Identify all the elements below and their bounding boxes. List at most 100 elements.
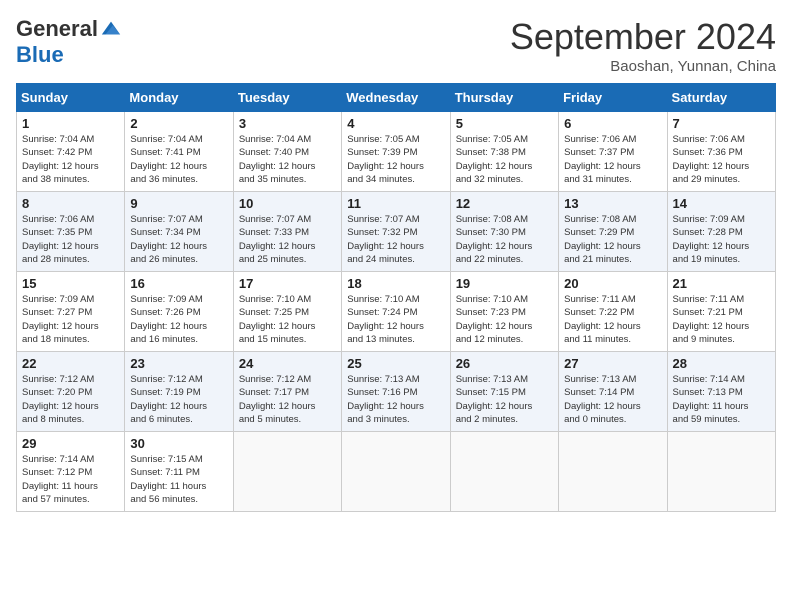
table-row: 27 Sunrise: 7:13 AM Sunset: 7:14 PM Dayli… [559, 352, 667, 432]
day-number: 5 [456, 116, 553, 131]
table-row: 9Sunrise: 7:07 AM Sunset: 7:34 PM Daylig… [125, 192, 233, 272]
page-header: General Blue September 2024 Baoshan, Yun… [16, 16, 776, 75]
day-info: Sunrise: 7:10 AM Sunset: 7:24 PM Dayligh… [347, 293, 444, 346]
day-info: Sunrise: 7:09 AM Sunset: 7:28 PM Dayligh… [673, 213, 770, 266]
day-number: 7 [673, 116, 770, 131]
table-row: 11 Sunrise: 7:07 AM Sunset: 7:32 PM Dayli… [342, 192, 450, 272]
day-number: 14 [673, 196, 770, 211]
table-row [342, 432, 450, 512]
table-row [559, 432, 667, 512]
col-saturday: Saturday [667, 84, 775, 112]
day-number: 25 [347, 356, 444, 371]
day-number: 10 [239, 196, 336, 211]
month-title: September 2024 [510, 16, 776, 58]
day-number: 6 [564, 116, 661, 131]
day-number: 27 [564, 356, 661, 371]
day-info: Sunrise: 7:04 AM Sunset: 7:41 PM Dayligh… [130, 133, 227, 186]
day-number: 19 [456, 276, 553, 291]
table-row: 4 Sunrise: 7:05 AM Sunset: 7:39 PM Daylig… [342, 112, 450, 192]
day-number: 24 [239, 356, 336, 371]
day-number: 15 [22, 276, 119, 291]
table-row: 25 Sunrise: 7:13 AM Sunset: 7:16 PM Dayli… [342, 352, 450, 432]
day-info: Sunrise: 7:09 AM Sunset: 7:26 PM Dayligh… [130, 293, 227, 346]
day-number: 2 [130, 116, 227, 131]
table-row: 29 Sunrise: 7:14 AM Sunset: 7:12 PM Dayli… [17, 432, 125, 512]
day-info: Sunrise: 7:13 AM Sunset: 7:15 PM Dayligh… [456, 373, 553, 426]
logo-icon [100, 18, 122, 40]
day-number: 4 [347, 116, 444, 131]
day-number: 18 [347, 276, 444, 291]
table-row: 13 Sunrise: 7:08 AM Sunset: 7:29 PM Dayli… [559, 192, 667, 272]
day-info: Sunrise: 7:06 AM Sunset: 7:35 PM Dayligh… [22, 213, 119, 266]
table-row: 16 Sunrise: 7:09 AM Sunset: 7:26 PM Dayli… [125, 272, 233, 352]
table-row: 30 Sunrise: 7:15 AM Sunset: 7:11 PM Dayli… [125, 432, 233, 512]
day-info: Sunrise: 7:07 AM Sunset: 7:34 PM Dayligh… [130, 213, 227, 266]
logo-blue-text: Blue [16, 42, 64, 68]
col-wednesday: Wednesday [342, 84, 450, 112]
day-number: 22 [22, 356, 119, 371]
day-info: Sunrise: 7:14 AM Sunset: 7:12 PM Dayligh… [22, 453, 119, 506]
table-row [233, 432, 341, 512]
table-row [667, 432, 775, 512]
day-number: 20 [564, 276, 661, 291]
table-row: 23Sunrise: 7:12 AM Sunset: 7:19 PM Dayli… [125, 352, 233, 432]
day-info: Sunrise: 7:07 AM Sunset: 7:32 PM Dayligh… [347, 213, 444, 266]
table-row: 21Sunrise: 7:11 AM Sunset: 7:21 PM Dayli… [667, 272, 775, 352]
day-number: 28 [673, 356, 770, 371]
table-row: 7 Sunrise: 7:06 AM Sunset: 7:36 PM Daylig… [667, 112, 775, 192]
day-info: Sunrise: 7:15 AM Sunset: 7:11 PM Dayligh… [130, 453, 227, 506]
col-sunday: Sunday [17, 84, 125, 112]
day-info: Sunrise: 7:10 AM Sunset: 7:23 PM Dayligh… [456, 293, 553, 346]
day-info: Sunrise: 7:11 AM Sunset: 7:22 PM Dayligh… [564, 293, 661, 346]
table-row: 17 Sunrise: 7:10 AM Sunset: 7:25 PM Dayli… [233, 272, 341, 352]
day-info: Sunrise: 7:10 AM Sunset: 7:25 PM Dayligh… [239, 293, 336, 346]
table-row: 24 Sunrise: 7:12 AM Sunset: 7:17 PM Dayli… [233, 352, 341, 432]
day-info: Sunrise: 7:06 AM Sunset: 7:36 PM Dayligh… [673, 133, 770, 186]
calendar-header-row: Sunday Monday Tuesday Wednesday Thursday… [17, 84, 776, 112]
table-row: 3Sunrise: 7:04 AM Sunset: 7:40 PM Daylig… [233, 112, 341, 192]
col-friday: Friday [559, 84, 667, 112]
table-row: 20 Sunrise: 7:11 AM Sunset: 7:22 PM Dayli… [559, 272, 667, 352]
day-number: 8 [22, 196, 119, 211]
col-tuesday: Tuesday [233, 84, 341, 112]
calendar-week-row: 8 Sunrise: 7:06 AM Sunset: 7:35 PM Daylig… [17, 192, 776, 272]
calendar-week-row: 29 Sunrise: 7:14 AM Sunset: 7:12 PM Dayli… [17, 432, 776, 512]
table-row: 12Sunrise: 7:08 AM Sunset: 7:30 PM Dayli… [450, 192, 558, 272]
table-row: 14 Sunrise: 7:09 AM Sunset: 7:28 PM Dayli… [667, 192, 775, 272]
day-info: Sunrise: 7:06 AM Sunset: 7:37 PM Dayligh… [564, 133, 661, 186]
day-number: 3 [239, 116, 336, 131]
table-row: 6 Sunrise: 7:06 AM Sunset: 7:37 PM Daylig… [559, 112, 667, 192]
calendar-table: Sunday Monday Tuesday Wednesday Thursday… [16, 83, 776, 512]
day-number: 1 [22, 116, 119, 131]
day-info: Sunrise: 7:12 AM Sunset: 7:19 PM Dayligh… [130, 373, 227, 426]
day-info: Sunrise: 7:05 AM Sunset: 7:39 PM Dayligh… [347, 133, 444, 186]
table-row: 8 Sunrise: 7:06 AM Sunset: 7:35 PM Daylig… [17, 192, 125, 272]
table-row: 26Sunrise: 7:13 AM Sunset: 7:15 PM Dayli… [450, 352, 558, 432]
day-number: 17 [239, 276, 336, 291]
day-info: Sunrise: 7:13 AM Sunset: 7:14 PM Dayligh… [564, 373, 661, 426]
table-row [450, 432, 558, 512]
day-info: Sunrise: 7:08 AM Sunset: 7:29 PM Dayligh… [564, 213, 661, 266]
col-monday: Monday [125, 84, 233, 112]
day-info: Sunrise: 7:09 AM Sunset: 7:27 PM Dayligh… [22, 293, 119, 346]
day-info: Sunrise: 7:13 AM Sunset: 7:16 PM Dayligh… [347, 373, 444, 426]
table-row: 15 Sunrise: 7:09 AM Sunset: 7:27 PM Dayli… [17, 272, 125, 352]
day-info: Sunrise: 7:07 AM Sunset: 7:33 PM Dayligh… [239, 213, 336, 266]
day-number: 29 [22, 436, 119, 451]
table-row: 1 Sunrise: 7:04 AM Sunset: 7:42 PM Daylig… [17, 112, 125, 192]
calendar-week-row: 1 Sunrise: 7:04 AM Sunset: 7:42 PM Daylig… [17, 112, 776, 192]
day-info: Sunrise: 7:05 AM Sunset: 7:38 PM Dayligh… [456, 133, 553, 186]
col-thursday: Thursday [450, 84, 558, 112]
day-info: Sunrise: 7:12 AM Sunset: 7:17 PM Dayligh… [239, 373, 336, 426]
table-row: 22 Sunrise: 7:12 AM Sunset: 7:20 PM Dayli… [17, 352, 125, 432]
calendar-week-row: 15 Sunrise: 7:09 AM Sunset: 7:27 PM Dayli… [17, 272, 776, 352]
day-number: 30 [130, 436, 227, 451]
day-info: Sunrise: 7:08 AM Sunset: 7:30 PM Dayligh… [456, 213, 553, 266]
day-number: 11 [347, 196, 444, 211]
day-info: Sunrise: 7:12 AM Sunset: 7:20 PM Dayligh… [22, 373, 119, 426]
day-number: 13 [564, 196, 661, 211]
location-text: Baoshan, Yunnan, China [510, 58, 776, 75]
day-info: Sunrise: 7:04 AM Sunset: 7:42 PM Dayligh… [22, 133, 119, 186]
table-row: 10 Sunrise: 7:07 AM Sunset: 7:33 PM Dayli… [233, 192, 341, 272]
day-number: 16 [130, 276, 227, 291]
